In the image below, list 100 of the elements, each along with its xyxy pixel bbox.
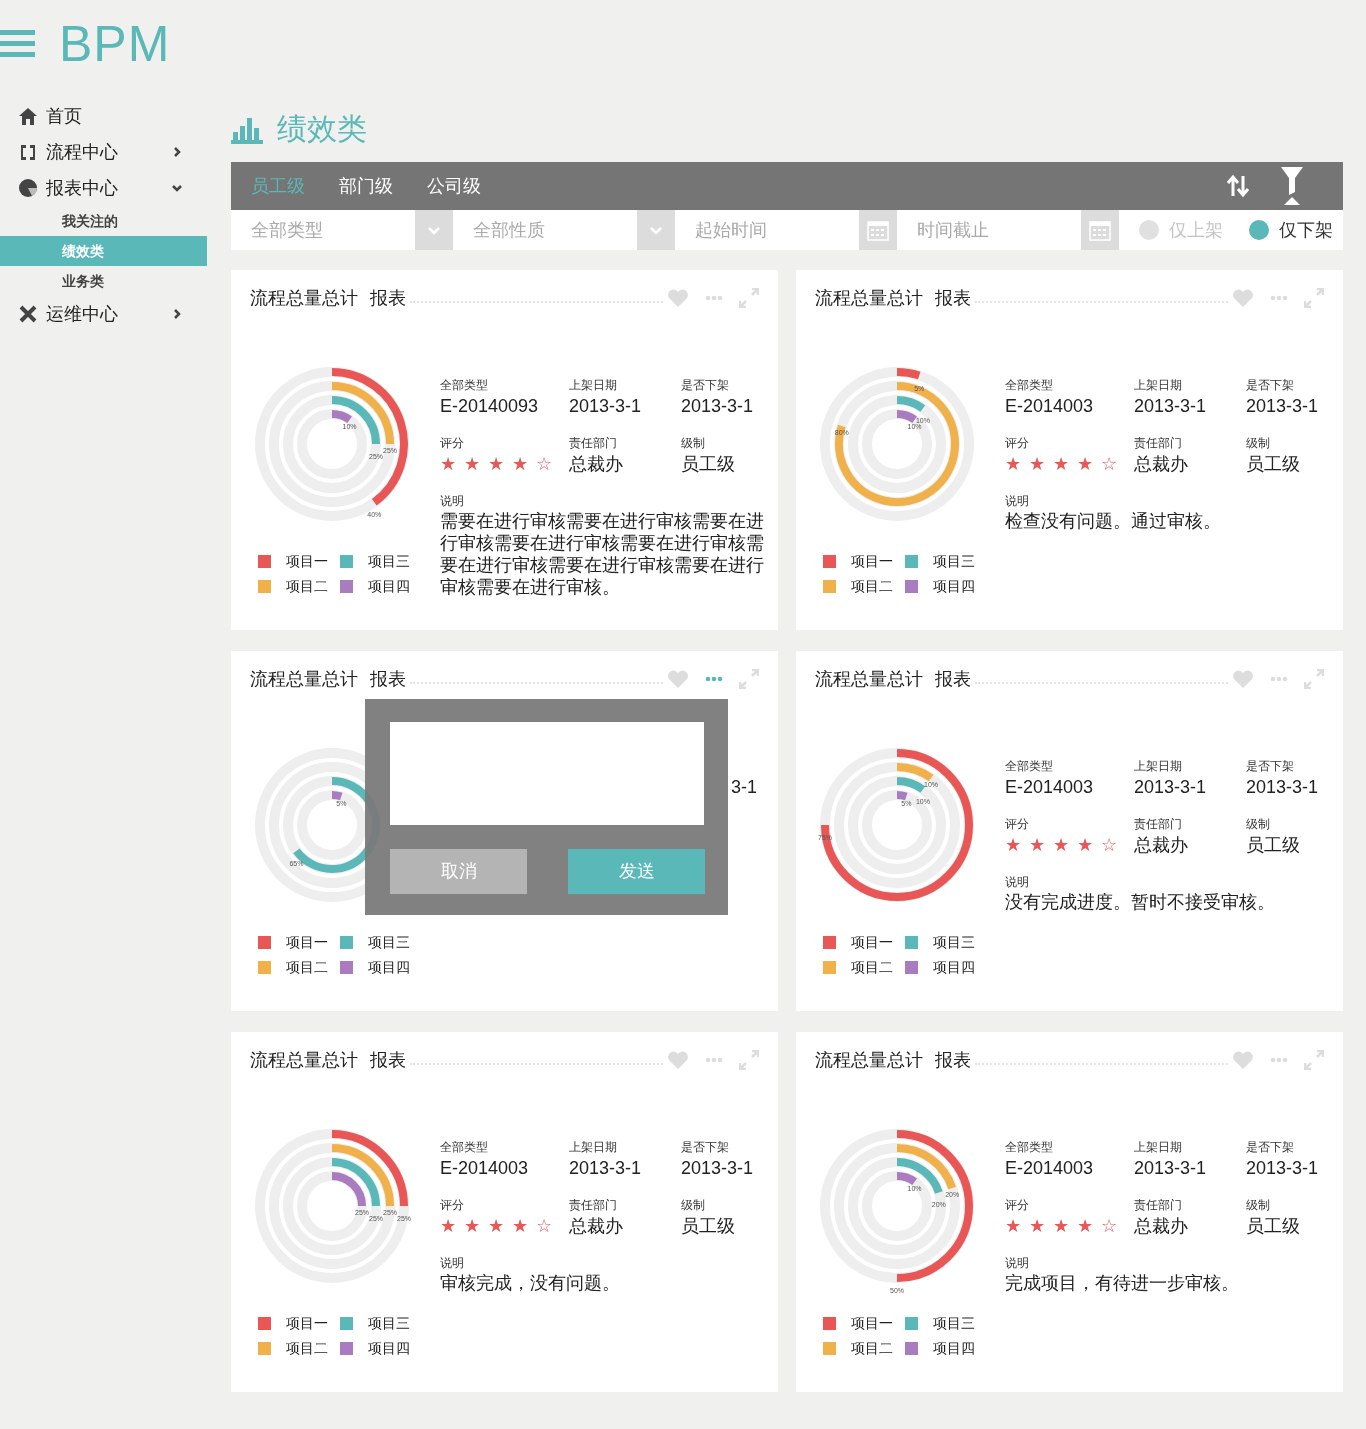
expand-icon[interactable] [1304, 1050, 1324, 1070]
star-filled-icon: ★ [464, 1212, 480, 1240]
field-label: 全部类型 [1005, 758, 1054, 773]
radio-label[interactable]: 仅下架 [1279, 216, 1333, 244]
legend-label: 项目四 [933, 576, 975, 596]
expand-icon[interactable] [739, 288, 759, 308]
tab[interactable]: 公司级 [427, 172, 481, 200]
field-label: 是否下架 [1246, 1139, 1295, 1154]
filter-icon[interactable] [1281, 167, 1303, 205]
description: 没有完成进度。暂时不接受审核。 [1005, 891, 1276, 913]
calendar-button[interactable] [859, 210, 897, 250]
field-label: 上架日期 [1134, 377, 1183, 392]
field-label: 说明 [1005, 874, 1030, 889]
dropdown-button[interactable] [637, 210, 675, 250]
star-filled-icon: ★ [1077, 831, 1093, 859]
field-label: 责任部门 [569, 435, 618, 450]
star-filled-icon: ★ [1005, 1212, 1021, 1240]
field-label: 上架日期 [569, 377, 618, 392]
description: 审核完成，没有问题。 [440, 1272, 621, 1294]
field-value: 员工级 [681, 1215, 736, 1238]
expand-icon[interactable] [1304, 669, 1324, 689]
expand-icon[interactable] [1304, 288, 1324, 308]
legend-label: 项目一 [851, 551, 893, 571]
description: 完成项目，有待进一步审核。 [1005, 1272, 1240, 1294]
legend-label: 项目三 [368, 1313, 410, 1333]
more-icon[interactable] [1270, 676, 1288, 682]
star-filled-icon: ★ [1029, 1212, 1045, 1240]
more-icon[interactable] [705, 295, 723, 301]
star-empty-icon: ☆ [1101, 450, 1117, 478]
field-label: 责任部门 [1134, 816, 1183, 831]
field-label: 说明 [440, 1255, 465, 1270]
nav-item[interactable]: 报表中心 [0, 170, 207, 206]
legend-label: 项目二 [286, 957, 328, 977]
card-subtitle: 报表 [370, 1048, 406, 1072]
description: 需要在进行审核需要在进行审核需要在进行审核需要在进行审核需要在进行审核需要在进行审核需要在进行审核需要在进行审核需要在进行审核。 [440, 510, 765, 598]
message-input[interactable] [390, 722, 704, 825]
radio-button[interactable] [1139, 220, 1159, 240]
star-filled-icon: ★ [1053, 450, 1069, 478]
star-filled-icon: ★ [440, 1212, 456, 1240]
field-value: E-2014003 [1005, 395, 1095, 418]
field-label: 是否下架 [681, 1139, 730, 1154]
chevron-right-icon [171, 308, 183, 320]
chevron-right-icon [171, 146, 183, 158]
field-value: 总裁办 [569, 1215, 624, 1238]
heart-icon[interactable] [667, 669, 689, 689]
menu-icon[interactable] [0, 29, 35, 59]
calendar-button[interactable] [1081, 210, 1119, 250]
heart-icon[interactable] [667, 288, 689, 308]
heart-icon[interactable] [1232, 669, 1254, 689]
caret-icon [649, 224, 663, 236]
field-label: 级制 [1246, 435, 1271, 450]
field-value: 2013-3-1 [1246, 776, 1320, 799]
more-icon[interactable] [1270, 295, 1288, 301]
field-value: E-2014003 [1005, 1157, 1095, 1180]
field-value: 2013-3-1 [1134, 1157, 1208, 1180]
nav-item[interactable]: 流程中心 [0, 134, 207, 170]
star-filled-icon: ★ [1029, 450, 1045, 478]
star-empty-icon: ☆ [536, 450, 552, 478]
field-label: 全部类型 [1005, 1139, 1054, 1154]
field-label: 说明 [1005, 493, 1030, 508]
sort-icon[interactable] [1227, 174, 1249, 198]
heart-icon[interactable] [1232, 288, 1254, 308]
radio-button[interactable] [1249, 220, 1269, 240]
nav-item[interactable]: 运维中心 [0, 296, 207, 332]
nav-item[interactable]: 首页 [0, 98, 207, 134]
expand-icon[interactable] [739, 1050, 759, 1070]
more-icon[interactable] [1270, 1057, 1288, 1063]
legend-label: 项目三 [368, 932, 410, 952]
field-value: 总裁办 [569, 453, 624, 476]
dropdown-button[interactable] [415, 210, 453, 250]
heart-icon[interactable] [1232, 1050, 1254, 1070]
field-value: E-2014003 [1005, 776, 1095, 799]
legend-label: 项目四 [933, 1338, 975, 1358]
more-icon[interactable] [705, 676, 723, 682]
legend-label: 项目三 [933, 551, 975, 571]
more-icon[interactable] [705, 1057, 723, 1063]
legend-label: 项目三 [933, 932, 975, 952]
tab[interactable]: 部门级 [339, 172, 393, 200]
field-value: 员工级 [1246, 453, 1301, 476]
nav-subitem[interactable]: 我关注的 [0, 206, 207, 236]
card-title: 流程总量总计 [250, 1048, 358, 1072]
chevron-down-icon [171, 182, 183, 194]
star-filled-icon: ★ [1053, 831, 1069, 859]
field-value: E-2014003 [440, 1157, 530, 1180]
field-label: 全部类型 [440, 1139, 489, 1154]
legend-label: 项目一 [286, 551, 328, 571]
field-label: 评分 [440, 435, 465, 450]
star-filled-icon: ★ [1029, 831, 1045, 859]
field-value: 员工级 [1246, 834, 1301, 857]
star-filled-icon: ★ [512, 450, 528, 478]
heart-icon[interactable] [667, 1050, 689, 1070]
field-value: 总裁办 [1134, 834, 1189, 857]
field-label: 上架日期 [1134, 1139, 1183, 1154]
card-title: 流程总量总计 [815, 667, 923, 691]
field-value: 2013-3-1 [569, 395, 643, 418]
field-label: 是否下架 [1246, 758, 1295, 773]
expand-icon[interactable] [739, 669, 759, 689]
star-filled-icon: ★ [512, 1212, 528, 1240]
nav-subitem[interactable]: 业务类 [0, 266, 207, 296]
field-label: 上架日期 [569, 1139, 618, 1154]
